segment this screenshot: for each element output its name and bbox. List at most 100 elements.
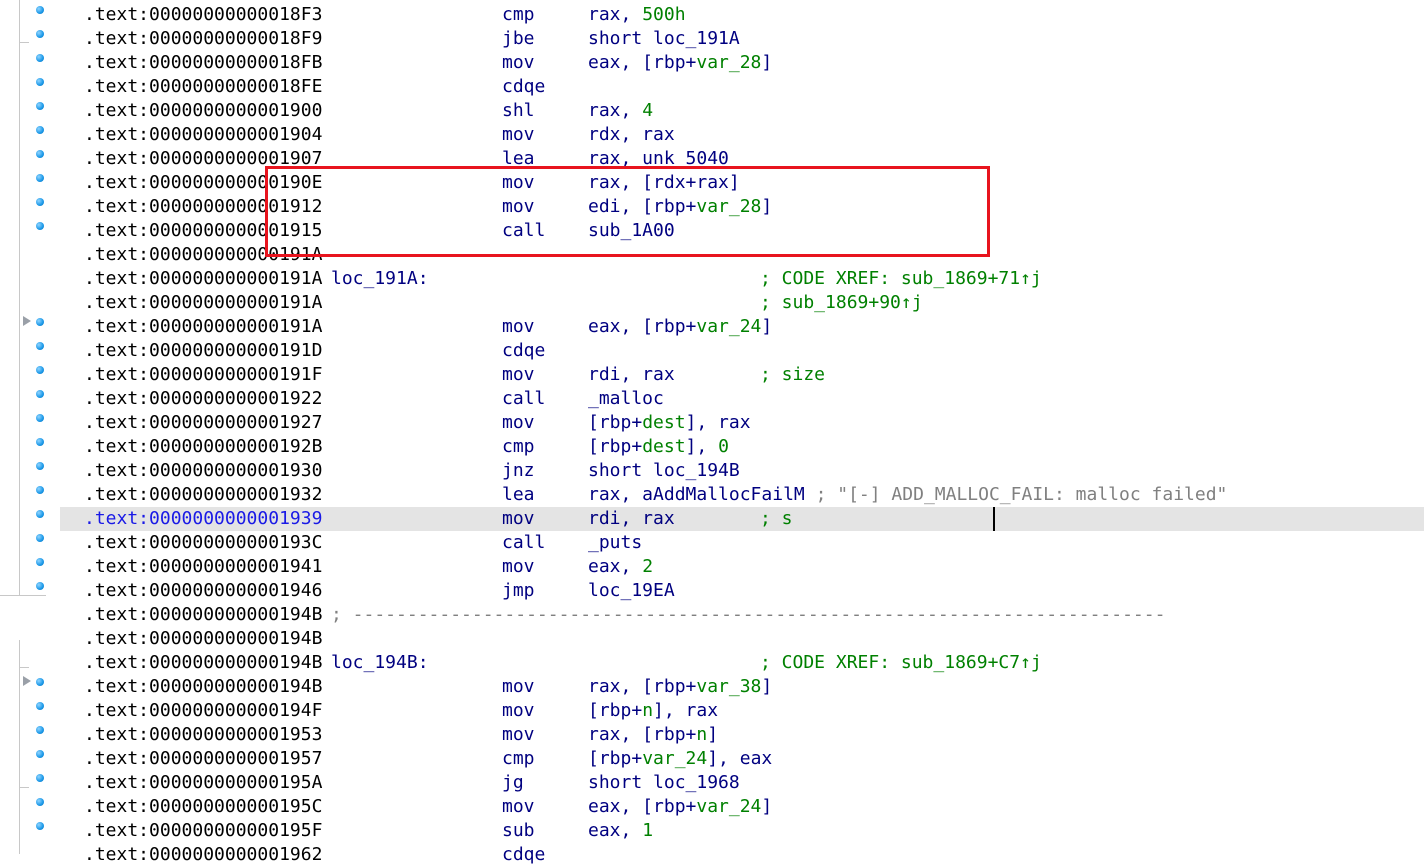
line-address[interactable]: .text:0000000000001939 [84,507,322,531]
stack-variable[interactable]: var_24 [642,748,707,769]
operand-text[interactable]: ], rax [653,700,718,721]
instruction-mnemonic[interactable]: mov [502,51,535,75]
line-address[interactable]: .text:000000000000195A [84,771,322,795]
xref-arrow-icon[interactable] [23,316,31,326]
operand-text[interactable]: ], [686,436,719,457]
operand-text[interactable]: [rbp+ [588,412,642,433]
listing-line[interactable]: .text:0000000000001932 lea rax, aAddMalloc… [60,483,1424,507]
line-address[interactable]: .text:0000000000001922 [84,387,322,411]
line-address[interactable]: .text:000000000000194B [84,603,322,627]
line-marker-icon[interactable] [36,582,44,590]
line-marker-icon[interactable] [36,510,44,518]
line-marker-icon[interactable] [36,30,44,38]
instruction-operands[interactable]: rax, aAddMallocFailM ; "[-] ADD_MALLOC_F… [588,483,1227,507]
listing-line[interactable]: .text:000000000000194B mov rax, [rbp+var_3… [60,675,1424,699]
operand-text[interactable]: _malloc [588,388,664,409]
line-marker-icon[interactable] [36,78,44,86]
operand-text[interactable]: rdi, rax [588,508,675,529]
instruction-operands[interactable]: rdx, rax [588,123,675,147]
listing-line[interactable]: .text:0000000000001930 jnz short loc_194B [60,459,1424,483]
operand-text[interactable]: [rbp+ [588,748,642,769]
instruction-operands[interactable]: short loc_194B [588,459,740,483]
instruction-mnemonic[interactable]: cmp [502,435,535,459]
instruction-mnemonic[interactable]: call [502,387,545,411]
operand-text[interactable]: rdx, rax [588,124,675,145]
instruction-operands[interactable]: [rbp+dest], 0 [588,435,729,459]
line-marker-icon[interactable] [36,486,44,494]
line-address[interactable]: .text:000000000000195F [84,819,322,843]
operand-text[interactable]: short loc_1968 [588,772,740,793]
operand-text[interactable]: ] [761,52,772,73]
operand-text[interactable]: ] [761,316,772,337]
immediate-value[interactable]: 0 [718,436,729,457]
instruction-operands[interactable]: _malloc [588,387,664,411]
operand-text[interactable]: eax, [588,556,642,577]
line-address[interactable]: .text:00000000000018F9 [84,27,322,51]
line-address[interactable]: .text:00000000000018FE [84,75,322,99]
operand-text[interactable]: ] [761,796,772,817]
immediate-value[interactable]: 500h [642,4,685,25]
line-marker-icon[interactable] [36,414,44,422]
listing-line[interactable]: .text:000000000000192B cmp [rbp+dest], 0 [60,435,1424,459]
instruction-mnemonic[interactable]: lea [502,483,535,507]
immediate-value[interactable]: 1 [642,820,653,841]
listing-line[interactable]: .text:0000000000001922 call _malloc [60,387,1424,411]
listing-line[interactable]: .text:0000000000001946 jmp loc_19EA [60,579,1424,603]
line-marker-icon[interactable] [36,198,44,206]
instruction-operands[interactable]: rax, 500h [588,3,686,27]
instruction-mnemonic[interactable]: mov [502,411,535,435]
line-address[interactable]: .text:000000000000191D [84,339,322,363]
line-address[interactable]: .text:000000000000193C [84,531,322,555]
instruction-mnemonic[interactable]: cmp [502,3,535,27]
listing-line[interactable]: .text:00000000000018FB mov eax, [rbp+var_2… [60,51,1424,75]
instruction-operands[interactable]: rax, [rbp+var_38] [588,675,772,699]
instruction-mnemonic[interactable]: mov [502,795,535,819]
operand-text[interactable]: rax, [588,100,642,121]
line-address[interactable]: .text:000000000000191F [84,363,322,387]
stack-variable[interactable]: n [696,724,707,745]
line-marker-icon[interactable] [36,6,44,14]
stack-variable[interactable]: var_38 [696,676,761,697]
instruction-mnemonic[interactable]: sub [502,819,535,843]
stack-variable[interactable]: var_24 [696,796,761,817]
listing-line[interactable]: .text:0000000000001957 cmp [rbp+var_24], e… [60,747,1424,771]
operand-text[interactable]: short loc_194B [588,460,740,481]
line-address[interactable]: .text:0000000000001904 [84,123,322,147]
line-marker-icon[interactable] [36,822,44,830]
line-address[interactable]: .text:000000000000192B [84,435,322,459]
listing-line[interactable]: .text:00000000000018FE cdqe [60,75,1424,99]
instruction-operands[interactable]: rax, 4 [588,99,653,123]
listing-line[interactable]: .text:0000000000001927 mov [rbp+dest], rax [60,411,1424,435]
instruction-mnemonic[interactable]: mov [502,507,535,531]
instruction-mnemonic[interactable]: mov [502,555,535,579]
line-address[interactable]: .text:00000000000018FB [84,51,322,75]
instruction-operands[interactable]: rdi, rax [588,363,675,387]
instruction-mnemonic[interactable]: mov [502,315,535,339]
instruction-operands[interactable]: short loc_1968 [588,771,740,795]
operand-text[interactable]: eax, [rbp+ [588,796,696,817]
listing-line[interactable]: .text:000000000000194B [60,627,1424,651]
operand-text[interactable]: rax, [rbp+ [588,676,696,697]
operand-text[interactable]: rax, aAddMallocFailM [588,484,816,505]
operand-text[interactable]: ], eax [707,748,772,769]
stack-variable[interactable]: dest [642,412,685,433]
line-address[interactable]: .text:000000000000194B [84,627,322,651]
line-marker-icon[interactable] [36,222,44,230]
line-marker-icon[interactable] [36,342,44,350]
operand-text[interactable]: short loc_191A [588,28,740,49]
line-marker-icon[interactable] [36,318,44,326]
line-marker-icon[interactable] [36,798,44,806]
listing-line[interactable]: .text:000000000000195F sub eax, 1 [60,819,1424,843]
operand-text[interactable]: rax, [588,4,642,25]
operand-text[interactable]: ] [707,724,718,745]
stack-variable[interactable]: var_28 [696,52,761,73]
stack-variable[interactable]: n [642,700,653,721]
listing-line[interactable]: .text:000000000000195C mov eax, [rbp+var_2… [60,795,1424,819]
instruction-operands[interactable]: eax, [rbp+var_24] [588,315,772,339]
instruction-operands[interactable]: eax, [rbp+var_28] [588,51,772,75]
listing-line[interactable]: .text:0000000000001953 mov rax, [rbp+n] [60,723,1424,747]
instruction-mnemonic[interactable]: call [502,531,545,555]
instruction-operands[interactable]: [rbp+n], rax [588,699,718,723]
instruction-operands[interactable]: rdi, rax [588,507,675,531]
listing-line[interactable]: .text:000000000000194B ; ----------------… [60,603,1424,627]
